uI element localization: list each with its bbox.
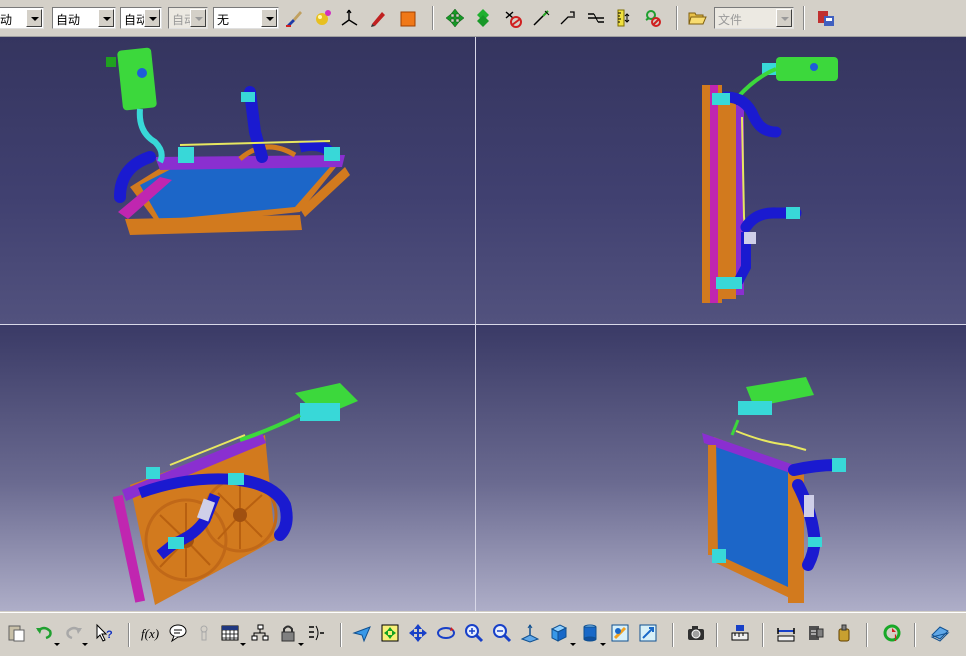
update-icon[interactable]: ! [880,621,904,645]
radiator-assembly-isometric [106,47,350,235]
line-thickness-combo[interactable]: 自动 [52,7,116,29]
snap-icon[interactable] [557,7,579,29]
toolbar-separator [914,623,916,647]
orange-cube-icon[interactable] [397,7,419,29]
chevron-down-icon[interactable] [144,9,160,27]
chevron-down-icon[interactable] [570,643,576,646]
toolbar-separator [676,6,678,30]
no-show-icon[interactable] [502,7,524,29]
viewport-bottom-right[interactable] [476,325,966,611]
pan-icon[interactable] [444,7,466,29]
chevron-down-icon[interactable] [98,9,114,27]
lock-icon[interactable] [276,621,300,645]
layer-combo[interactable]: 自动 [168,7,208,29]
chevron-down-icon[interactable] [240,643,246,646]
radiator-assembly-front [702,377,846,603]
compass-icon[interactable] [530,7,552,29]
chevron-down-icon[interactable] [190,9,206,27]
fly-mode-icon[interactable] [350,621,374,645]
toolbar-separator [866,623,868,647]
measure-item-icon[interactable] [804,621,828,645]
toolbar-separator [716,623,718,647]
toolbar-separator [128,623,130,647]
chevron-down-icon[interactable] [261,9,277,27]
measure-between-icon[interactable] [774,621,798,645]
svg-text:f(x): f(x) [141,626,159,641]
toolbar-separator [432,6,434,30]
chevron-down-icon[interactable] [776,9,792,27]
sketch-plane-icon[interactable] [928,621,952,645]
open-folder-icon[interactable] [686,7,708,29]
render-combo[interactable]: 无 [213,7,279,29]
toolbar-separator [672,623,674,647]
fit-all-icon[interactable] [378,621,402,645]
hide-show-icon[interactable] [608,621,632,645]
tree-icon[interactable] [248,621,272,645]
swap-visible-icon[interactable] [642,7,664,29]
inertia-icon[interactable] [832,621,856,645]
pan-view-icon[interactable] [406,621,430,645]
bottom-toolbar: ? f(x) ! [0,612,966,656]
ruler-icon[interactable] [613,7,635,29]
chevron-down-icon[interactable] [600,643,606,646]
rotate-view-icon[interactable] [434,621,458,645]
comment-icon[interactable] [166,621,190,645]
line-type-combo[interactable]: 动 [0,7,44,29]
toolbar-separator [762,623,764,647]
viewport-top-right[interactable] [476,37,966,324]
sphere-material-icon[interactable] [312,7,334,29]
point-type-combo[interactable]: 自动 [120,7,162,29]
radiator-assembly-side [702,57,838,303]
align-icon[interactable] [585,7,607,29]
knowledge-icon[interactable] [192,621,216,645]
viewport-divider-horizontal[interactable] [0,324,966,325]
catalog-icon[interactable] [815,7,837,29]
capture-icon[interactable] [684,621,708,645]
formula-icon[interactable]: f(x) [138,621,162,645]
paste-special-icon[interactable] [4,621,28,645]
axis-system-icon[interactable] [339,7,361,29]
paint-brush-icon[interactable] [283,7,305,29]
rotate-icon[interactable] [472,7,494,29]
pen-marker-icon[interactable] [367,7,389,29]
swap-space-icon[interactable] [636,621,660,645]
undo-icon[interactable] [32,621,56,645]
whats-this-icon[interactable]: ? [92,621,116,645]
measure-icon[interactable] [728,621,752,645]
svg-text:!: ! [894,633,897,643]
svg-text:?: ? [106,629,113,641]
render-style-icon[interactable] [578,621,602,645]
parameters-icon[interactable] [304,621,328,645]
zoom-out-icon[interactable] [490,621,514,645]
chevron-down-icon[interactable] [26,9,42,27]
radiator-assembly-rear-fan [112,383,358,605]
iso-view-icon[interactable] [546,621,570,645]
table-icon[interactable] [218,621,242,645]
redo-icon[interactable] [62,621,86,645]
toolbar-separator [340,623,342,647]
chevron-down-icon[interactable] [54,643,60,646]
viewport-top-left[interactable] [0,37,475,324]
catia-window: 动 自动 自动 自动 无 文件 ? f(x) ! [0,0,966,656]
file-type-combo[interactable]: 文件 [714,7,794,29]
toolbar-separator [803,6,805,30]
viewport-bottom-left[interactable] [0,325,475,611]
normal-view-icon[interactable] [518,621,542,645]
zoom-in-icon[interactable] [462,621,486,645]
top-toolbar: 动 自动 自动 自动 无 文件 [0,0,966,37]
chevron-down-icon[interactable] [82,643,88,646]
